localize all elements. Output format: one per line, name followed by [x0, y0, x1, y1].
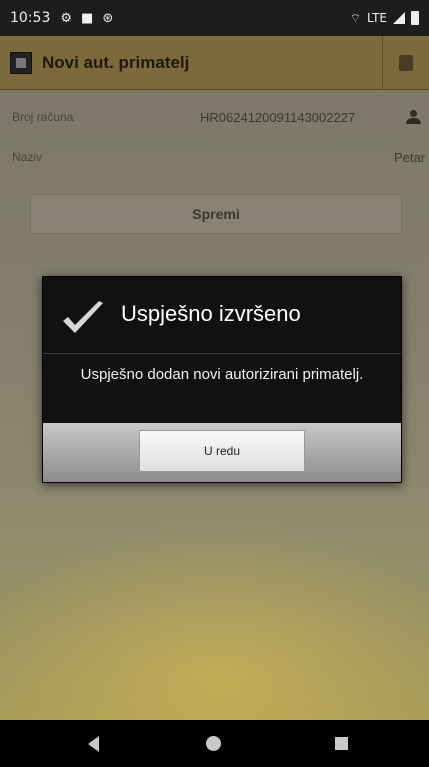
status-right: ⌔ LTE [350, 11, 419, 26]
name-label: Naziv [12, 150, 43, 164]
field-row-name: Naziv Petar [0, 142, 429, 172]
home-icon[interactable] [206, 736, 221, 751]
dialog-message: Uspješno dodan novi autorizirani primate… [80, 366, 364, 383]
battery-icon [411, 11, 419, 25]
status-time: 10:53 [10, 10, 51, 26]
back-icon[interactable] [88, 736, 99, 752]
sd-card-icon: ■ [81, 10, 94, 26]
signal-icon [393, 12, 405, 24]
page-title: Novi aut. primatelj [42, 52, 190, 72]
person-icon[interactable] [405, 110, 423, 124]
dialog-footer: U redu [43, 423, 401, 482]
ok-button[interactable]: U redu [139, 430, 305, 472]
status-bar: 10:53 ⚙ ■ ⊛ ⌔ LTE [0, 0, 429, 36]
save-button[interactable]: Spremi [30, 194, 402, 234]
recents-icon[interactable] [335, 737, 348, 750]
navigation-bar [0, 720, 429, 767]
success-dialog: Uspješno izvršeno Uspješno dodan novi au… [42, 276, 402, 483]
app-logo-icon [10, 51, 32, 74]
save-icon [399, 55, 413, 71]
wifi-icon: ⌔ [349, 10, 362, 25]
title-bar: Novi aut. primatelj [0, 36, 429, 90]
account-number-value[interactable]: HR0624120091143002227 [200, 110, 355, 125]
save-action-button[interactable] [382, 36, 429, 90]
field-row-account: Broj računa HR0624120091143002227 [0, 102, 429, 132]
gear-icon: ⚙ [60, 10, 73, 26]
dialog-divider [43, 353, 401, 354]
checkmark-icon [63, 301, 103, 333]
account-number-label: Broj računa [12, 110, 74, 124]
name-value[interactable]: Petar [394, 150, 425, 165]
app-screen: Novi aut. primatelj Broj računa HR062412… [0, 36, 429, 720]
network-label: LTE [367, 11, 387, 25]
dialog-title: Uspješno izvršeno [121, 301, 301, 326]
sync-icon: ⊛ [102, 10, 114, 26]
